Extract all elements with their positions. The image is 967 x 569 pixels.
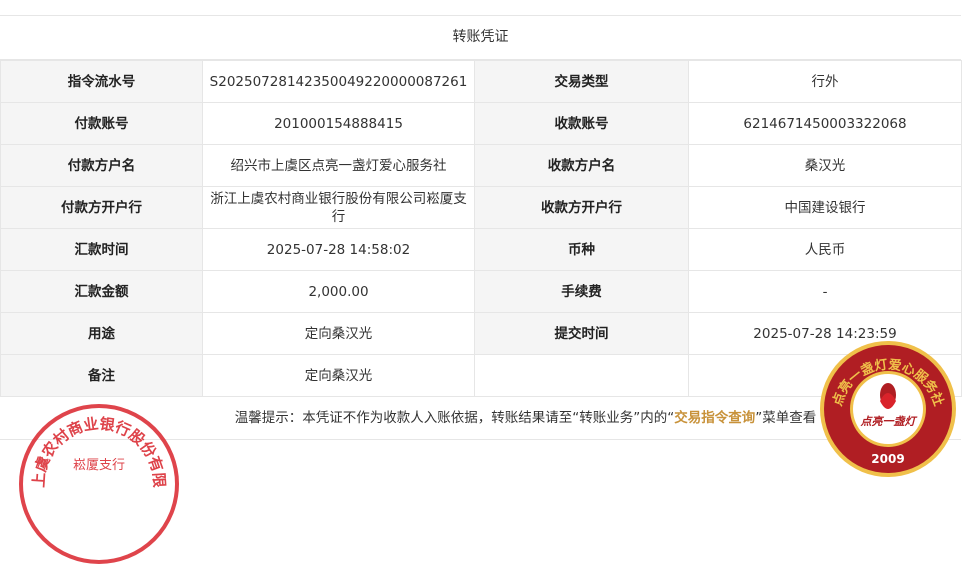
label-payer-bank: 付款方开户行 xyxy=(0,186,203,229)
table-row: 付款账号 201000154888415 收款账号 62146714500033… xyxy=(0,102,962,145)
value-amount: 2,000.00 xyxy=(202,270,475,313)
empty-label-cell xyxy=(474,354,689,397)
value-fee: - xyxy=(688,270,962,313)
value-payer-bank: 浙江上虞农村商业银行股份有限公司崧厦支行 xyxy=(202,186,475,229)
notice-tip-prefix: 温馨提示：本凭证不作为收款人入账依据，转账结果请至“转账业务”内的“ xyxy=(234,410,675,426)
bank-seal-ring-text: 浙江上虞农村商业银行股份有限公司 xyxy=(14,399,168,488)
table-row: 指令流水号 S20250728142350049220000087261 交易类… xyxy=(0,60,962,103)
table-row: 汇款金额 2,000.00 手续费 - xyxy=(0,270,962,313)
label-payee-name: 收款方户名 xyxy=(474,144,689,187)
label-currency: 币种 xyxy=(474,228,689,271)
label-remit-time: 汇款时间 xyxy=(0,228,203,271)
table-row: 汇款时间 2025-07-28 14:58:02 币种 人民币 xyxy=(0,228,962,271)
label-submit-time: 提交时间 xyxy=(474,312,689,355)
value-transaction-type: 行外 xyxy=(688,60,962,103)
table-row: 付款方开户行 浙江上虞农村商业银行股份有限公司崧厦支行 收款方开户行 中国建设银… xyxy=(0,186,962,229)
label-payer-name: 付款方户名 xyxy=(0,144,203,187)
charity-seal-year: 2009 xyxy=(871,452,904,466)
value-payer-name: 绍兴市上虞区点亮一盏灯爱心服务社 xyxy=(202,144,475,187)
bank-seal-stamp: 浙江上虞农村商业银行股份有限公司 崧厦支行 xyxy=(14,399,179,564)
value-payee-bank: 中国建设银行 xyxy=(688,186,962,229)
label-remark: 备注 xyxy=(0,354,203,397)
bank-seal-branch-text: 崧厦支行 xyxy=(73,458,125,473)
value-payer-account: 201000154888415 xyxy=(202,102,475,145)
value-remark: 定向桑汉光 xyxy=(202,354,475,397)
table-row: 付款方户名 绍兴市上虞区点亮一盏灯爱心服务社 收款方户名 桑汉光 xyxy=(0,144,962,187)
voucher-title: 转账凭证 xyxy=(0,15,961,60)
value-payee-name: 桑汉光 xyxy=(688,144,962,187)
label-purpose: 用途 xyxy=(0,312,203,355)
label-transaction-type: 交易类型 xyxy=(474,60,689,103)
label-instruction-no: 指令流水号 xyxy=(0,60,203,103)
charity-seal-center-text: 点亮一盏灯 xyxy=(860,415,918,428)
value-instruction-no: S20250728142350049220000087261 xyxy=(202,60,475,103)
transaction-query-link[interactable]: 交易指令查询 xyxy=(674,410,755,426)
notice-tip-suffix: ”菜单查看 xyxy=(755,410,817,426)
charity-seal-stamp: 点亮一盏灯爱心服务社 点亮一盏灯 2009 xyxy=(820,341,956,477)
label-amount: 汇款金额 xyxy=(0,270,203,313)
value-currency: 人民币 xyxy=(688,228,962,271)
label-payee-bank: 收款方开户行 xyxy=(474,186,689,229)
value-purpose: 定向桑汉光 xyxy=(202,312,475,355)
label-payer-account: 付款账号 xyxy=(0,102,203,145)
label-fee: 手续费 xyxy=(474,270,689,313)
transfer-voucher: 转账凭证 指令流水号 S2025072814235004922000008726… xyxy=(0,15,962,440)
value-payee-account: 6214671450003322068 xyxy=(688,102,962,145)
label-payee-account: 收款账号 xyxy=(474,102,689,145)
value-remit-time: 2025-07-28 14:58:02 xyxy=(202,228,475,271)
